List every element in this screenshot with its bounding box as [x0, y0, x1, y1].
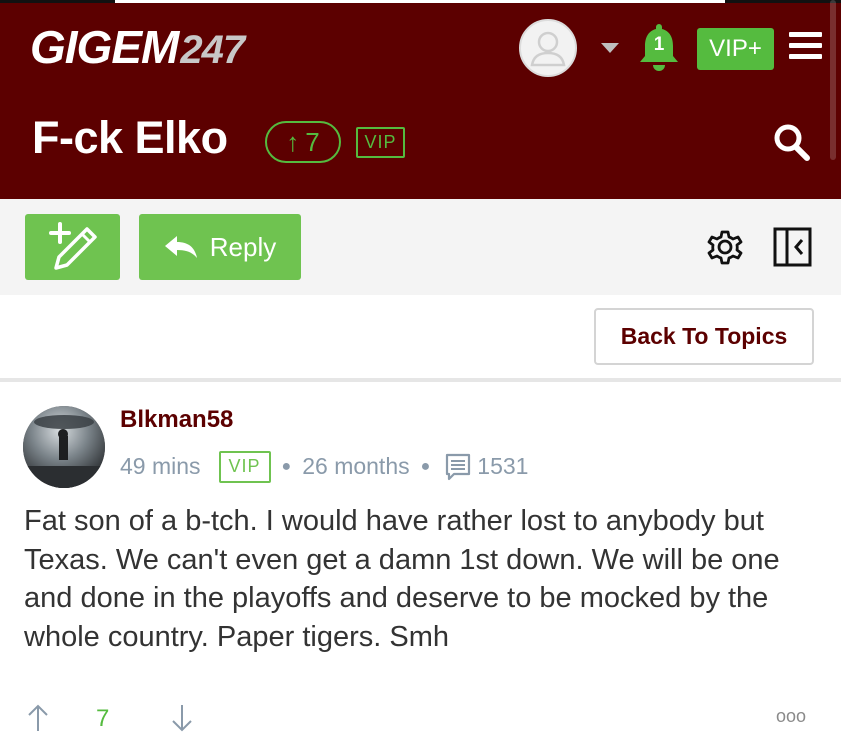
arrow-up-icon[interactable]	[27, 703, 49, 733]
new-post-button[interactable]	[25, 214, 120, 280]
scrollbar[interactable]	[830, 0, 836, 160]
site-logo[interactable]: GIGEM 247	[30, 20, 245, 73]
author-post-count: 1531	[477, 453, 529, 479]
site-header: GIGEM 247 1 VIP+ F-ck Elko ↑ 7 VIP	[0, 0, 841, 199]
hamburger-icon[interactable]	[789, 30, 822, 60]
user-silhouette-icon	[530, 31, 566, 67]
thread-upvote-count: 7	[305, 126, 320, 157]
thread-toolbar: Reply	[0, 199, 841, 295]
notification-count: 1	[653, 34, 665, 55]
post-time: 49 mins	[120, 453, 201, 479]
message-icon	[446, 453, 471, 480]
divider	[0, 378, 841, 382]
thread-vip-badge: VIP	[356, 127, 405, 158]
settings-button[interactable]	[704, 226, 746, 268]
arrow-up-icon: ↑	[286, 126, 300, 157]
post-author-avatar[interactable]	[23, 406, 105, 488]
author-photo	[23, 406, 105, 488]
search-button[interactable]	[772, 121, 812, 163]
author-vip-badge: VIP	[218, 450, 271, 483]
collapse-panel-button[interactable]	[773, 226, 813, 268]
notifications-button[interactable]: 1	[638, 22, 680, 72]
post-vote-count: 7	[96, 705, 110, 732]
member-duration: 26 months	[302, 453, 410, 479]
collapse-panel-icon	[773, 227, 812, 267]
pencil-plus-icon	[49, 222, 97, 270]
post-meta: 49 mins VIP ● 26 months ● 1531	[120, 450, 528, 483]
back-to-topics-button[interactable]: Back To Topics	[594, 308, 814, 365]
vip-plus-button[interactable]: VIP+	[697, 28, 774, 70]
gear-icon	[707, 230, 743, 265]
logo-suffix: 247	[180, 28, 245, 72]
post-more-options[interactable]: ooo	[776, 706, 806, 727]
search-icon	[774, 124, 810, 161]
caret-down-icon[interactable]	[601, 43, 619, 53]
post-body: Fat son of a b-tch. I would have rather …	[24, 505, 780, 653]
logo-text: GIGEM	[30, 21, 179, 73]
user-avatar-button[interactable]	[519, 19, 577, 77]
reply-label: Reply	[209, 231, 277, 262]
reply-arrow-icon	[164, 236, 197, 258]
post-author-name[interactable]: Blkman58	[120, 406, 233, 434]
arrow-down-icon[interactable]	[171, 703, 193, 733]
reply-button[interactable]: Reply	[139, 214, 301, 280]
thread-title: F-ck Elko	[32, 112, 228, 163]
thread-upvote-badge: ↑ 7	[265, 121, 341, 163]
